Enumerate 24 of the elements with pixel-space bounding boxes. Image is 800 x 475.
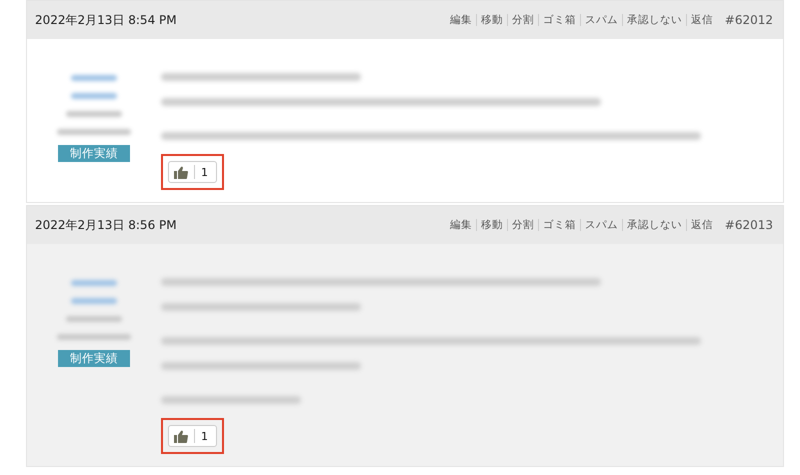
comment-date: 2022年2月13日 8:54 PM: [35, 12, 177, 28]
action-link[interactable]: 分割: [508, 218, 538, 232]
action-link[interactable]: ゴミ箱: [538, 13, 580, 27]
action-link[interactable]: 移動: [476, 13, 507, 27]
like-button[interactable]: 1: [168, 425, 217, 447]
action-link[interactable]: 返信: [686, 218, 717, 232]
category-badge: 制作実績: [58, 145, 130, 162]
action-link[interactable]: スパム: [580, 13, 622, 27]
category-badge: 制作実績: [58, 350, 130, 367]
action-link[interactable]: 移動: [476, 218, 507, 232]
action-link[interactable]: ゴミ箱: [538, 218, 580, 232]
comment-number: #62013: [724, 218, 773, 232]
action-link[interactable]: 編集: [446, 218, 476, 232]
thumbs-up-icon: [174, 430, 188, 442]
like-button[interactable]: 1: [168, 161, 217, 183]
action-link[interactable]: 承認しない: [622, 218, 686, 232]
action-link[interactable]: スパム: [580, 218, 622, 232]
action-link[interactable]: 編集: [446, 13, 476, 27]
comment-number: #62012: [724, 13, 773, 27]
action-link[interactable]: 返信: [686, 13, 717, 27]
comment-date: 2022年2月13日 8:56 PM: [35, 216, 177, 234]
thumbs-up-icon: [174, 166, 188, 178]
action-link[interactable]: 分割: [508, 13, 538, 27]
action-link[interactable]: 承認しない: [622, 13, 686, 27]
